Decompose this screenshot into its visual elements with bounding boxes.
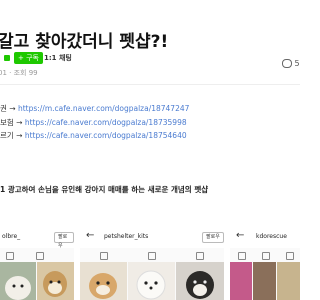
photo-grid [230, 262, 300, 300]
link-url-1[interactable]: https://m.cafe.naver.com/dogpalza/187472… [18, 104, 189, 113]
photo[interactable] [277, 262, 300, 300]
follow-button[interactable]: 팔로우 [202, 232, 224, 243]
instagram-panel-2[interactable]: ← petshelter_kits 팔로우 [80, 226, 224, 300]
post-title: 갈고 찾아갔더니 펫샵?! [0, 32, 169, 52]
follow-button[interactable]: 팔로우 [54, 232, 74, 249]
article-headline: 1 광고하여 손님을 유인해 강아지 매매를 하는 새로운 개념의 펫샵 [0, 185, 209, 194]
instagram-panel-1[interactable]: olbre_ 팔로우 [0, 226, 74, 300]
instagram-panel-3[interactable]: ← kdorescue [230, 226, 300, 300]
reels-icon [148, 252, 156, 260]
comment-icon [282, 59, 292, 68]
link-line-2: 보험 → https://cafe.naver.com/dogpalza/187… [0, 117, 187, 128]
panel-header: olbre_ 팔로우 [0, 226, 74, 249]
subscribe-button[interactable]: + 구독 [14, 52, 43, 64]
divider [0, 84, 300, 85]
tag-icon [196, 252, 204, 260]
comment-button[interactable]: 5 [282, 59, 300, 68]
panel-icons [0, 250, 74, 260]
link-line-3: 르기 → https://cafe.naver.com/dogpalza/187… [0, 130, 187, 141]
tag-icon [36, 252, 44, 260]
dog-image [136, 270, 166, 300]
chat-button[interactable]: 1:1 채팅 [44, 53, 72, 63]
link-prefix: 보험 → [0, 118, 25, 127]
dog-image [186, 271, 214, 299]
link-prefix: 권 → [0, 104, 18, 113]
reels-icon [262, 252, 270, 260]
panel-header: ← kdorescue [230, 226, 300, 248]
photo-grid [80, 262, 224, 300]
link-prefix: 르기 → [0, 131, 25, 140]
dog-photo[interactable] [0, 262, 36, 300]
panel-username: kdorescue [256, 233, 287, 240]
panel-icons [230, 250, 300, 260]
photo[interactable] [230, 262, 252, 300]
link-url-2[interactable]: https://cafe.naver.com/dogpalza/18735998 [25, 118, 187, 127]
grid-icon [100, 252, 108, 260]
photo[interactable] [253, 262, 276, 300]
post-stats: 01 · 조회 99 [0, 69, 38, 77]
dog-image [5, 276, 31, 300]
dog-photo[interactable] [128, 262, 175, 300]
back-arrow-icon[interactable]: ← [86, 230, 94, 241]
dog-image [43, 271, 67, 297]
back-arrow-icon[interactable]: ← [236, 230, 244, 241]
panel-username: olbre_ [2, 233, 21, 240]
photo-grid [0, 262, 74, 300]
dog-photo[interactable] [176, 262, 224, 300]
panel-username: petshelter_kits [104, 233, 149, 240]
dog-photo[interactable] [80, 262, 127, 300]
dog-image [89, 273, 117, 299]
panel-icons [80, 250, 224, 260]
grid-icon [6, 252, 14, 260]
grid-icon [238, 252, 246, 260]
comment-count: 5 [294, 59, 300, 68]
panel-header: ← petshelter_kits 팔로우 [80, 226, 224, 248]
link-line-1: 권 → https://m.cafe.naver.com/dogpalza/18… [0, 103, 189, 114]
link-url-3[interactable]: https://cafe.naver.com/dogpalza/18754640 [25, 131, 187, 140]
tag-icon [286, 252, 294, 260]
cafe-badge-icon [4, 55, 10, 61]
dog-photo[interactable] [37, 262, 74, 300]
